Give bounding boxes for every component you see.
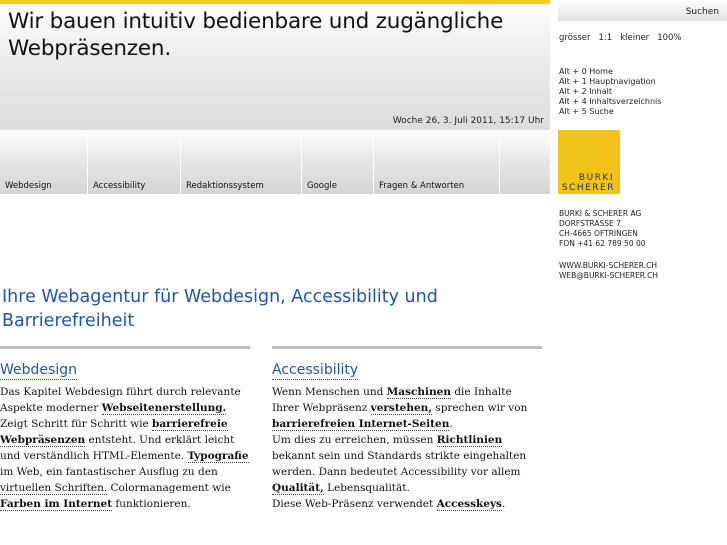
address-line: DORFSTRASSE 7	[559, 219, 621, 228]
link-verstehen[interactable]: verstehen,	[370, 402, 432, 415]
tagline: Wir bauen intuitiv bedienbare und zugäng…	[8, 9, 504, 61]
date-display: Woche 26, 3. Juli 2011, 15:17 Uhr	[392, 116, 544, 126]
accesskey-item[interactable]: Alt + 0 Home	[559, 67, 661, 77]
webdesign-text: Das Kapitel Webdesign führt durch releva…	[0, 384, 250, 512]
webdesign-heading-link[interactable]: Webdesign	[0, 362, 77, 380]
font-smaller-link[interactable]: kleiner	[620, 33, 649, 43]
company-address: BURKI & SCHERER AG DORFSTRASSE 7 CH-4665…	[559, 209, 646, 249]
text: Diese Web-Präsenz verwendet	[272, 498, 437, 510]
text: funktionieren.	[112, 498, 191, 510]
text: .	[449, 418, 453, 430]
header-accent-bar	[0, 0, 550, 4]
text: sprechen wir von	[431, 402, 528, 414]
nav-item-accessibility[interactable]: Accessibility	[88, 130, 181, 194]
accesskey-item[interactable]: Alt + 1 Hauptnavigation	[559, 77, 661, 87]
link-barrierefreie-internet-seiten[interactable]: barrierefreien Internet-Seiten	[272, 418, 450, 431]
company-contact: WWW.BURKI-SCHERER.CH WEB@BURKI-SCHERER.C…	[559, 261, 658, 281]
accessibility-text: Wenn Menschen und Maschinen die Inhalte …	[272, 384, 542, 512]
link-virtuelle-schriften[interactable]: virtuellen Schriften.	[0, 482, 108, 495]
accesskey-item[interactable]: Alt + 4 Inhaltsverzeichnis	[559, 97, 661, 107]
link-webseitenerstellung[interactable]: Webseitenerstellung.	[101, 402, 227, 415]
accesskey-item[interactable]: Alt + 2 Inhalt	[559, 87, 661, 97]
text: bekannt sein und Standards strikte einge…	[272, 450, 527, 478]
font-normal-link[interactable]: 1:1	[599, 33, 613, 43]
nav-label: Accessibility	[93, 181, 146, 191]
link-qualitaet[interactable]: Qualität,	[272, 482, 324, 495]
nav-item-google[interactable]: Google	[302, 130, 374, 194]
header: Wir bauen intuitiv bedienbare und zugäng…	[0, 0, 550, 130]
link-farben-im-internet[interactable]: Farben im Internet	[0, 498, 113, 511]
zoom-level: 100%	[657, 33, 682, 43]
webdesign-section: Webdesign Das Kapitel Webdesign führt du…	[0, 346, 250, 512]
email-link[interactable]: WEB@BURKI-SCHERER.CH	[559, 271, 658, 281]
link-accesskeys[interactable]: Accesskeys	[436, 498, 502, 511]
logo-line-1: BURKI	[578, 173, 614, 183]
accessibility-heading-link[interactable]: Accessibility	[272, 362, 359, 380]
main-navigation: Webdesign Accessibility Redaktionssystem…	[0, 130, 550, 194]
search-bar[interactable]: Suchen	[558, 0, 727, 21]
nav-item-extra[interactable]	[500, 130, 550, 194]
company-logo[interactable]: BURKI SCHERER	[558, 130, 620, 194]
text: Wenn Menschen und	[272, 386, 387, 398]
nav-item-redaktionssystem[interactable]: Redaktionssystem	[181, 130, 302, 194]
text: Um dies zu erreichen, müssen	[272, 434, 437, 446]
nav-item-webdesign[interactable]: Webdesign	[0, 130, 88, 194]
link-maschinen[interactable]: Maschinen	[386, 386, 451, 399]
text: Lebensqualität.	[323, 482, 410, 494]
search-button[interactable]: Suchen	[686, 7, 719, 17]
text: im Web, ein fantastischer Ausflug zu den	[0, 466, 218, 478]
link-richtlinien[interactable]: Richtlinien	[436, 434, 503, 447]
text: .	[501, 498, 506, 510]
phone-number: FON +41 62 789 50 00	[559, 239, 646, 248]
accesskey-item[interactable]: Alt + 5 Suche	[559, 107, 661, 117]
logo-line-2: SCHERER	[561, 183, 615, 193]
address-line: CH-4665 OFTRINGEN	[559, 229, 638, 238]
accessibility-section: Accessibility Wenn Menschen und Maschine…	[272, 346, 542, 512]
page-title: Ihre Webagentur für Webdesign, Accessibi…	[2, 287, 438, 331]
font-bigger-link[interactable]: grösser	[559, 33, 591, 43]
nav-item-faq[interactable]: Fragen & Antworten	[374, 130, 500, 194]
accesskey-list: Alt + 0 Home Alt + 1 Hauptnavigation Alt…	[559, 67, 661, 117]
nav-label: Fragen & Antworten	[379, 181, 465, 191]
text: Colormanagement wie	[107, 482, 231, 494]
nav-label: Redaktionssystem	[186, 181, 264, 191]
website-link[interactable]: WWW.BURKI-SCHERER.CH	[559, 261, 658, 271]
nav-label: Google	[307, 181, 337, 191]
font-size-controls: grösser 1:1 kleiner 100%	[559, 33, 690, 43]
address-line: BURKI & SCHERER AG	[559, 209, 642, 218]
text: Zeigt Schritt für Schritt wie	[0, 418, 153, 430]
link-typografie[interactable]: Typografie	[187, 450, 249, 463]
nav-label: Webdesign	[5, 181, 52, 191]
